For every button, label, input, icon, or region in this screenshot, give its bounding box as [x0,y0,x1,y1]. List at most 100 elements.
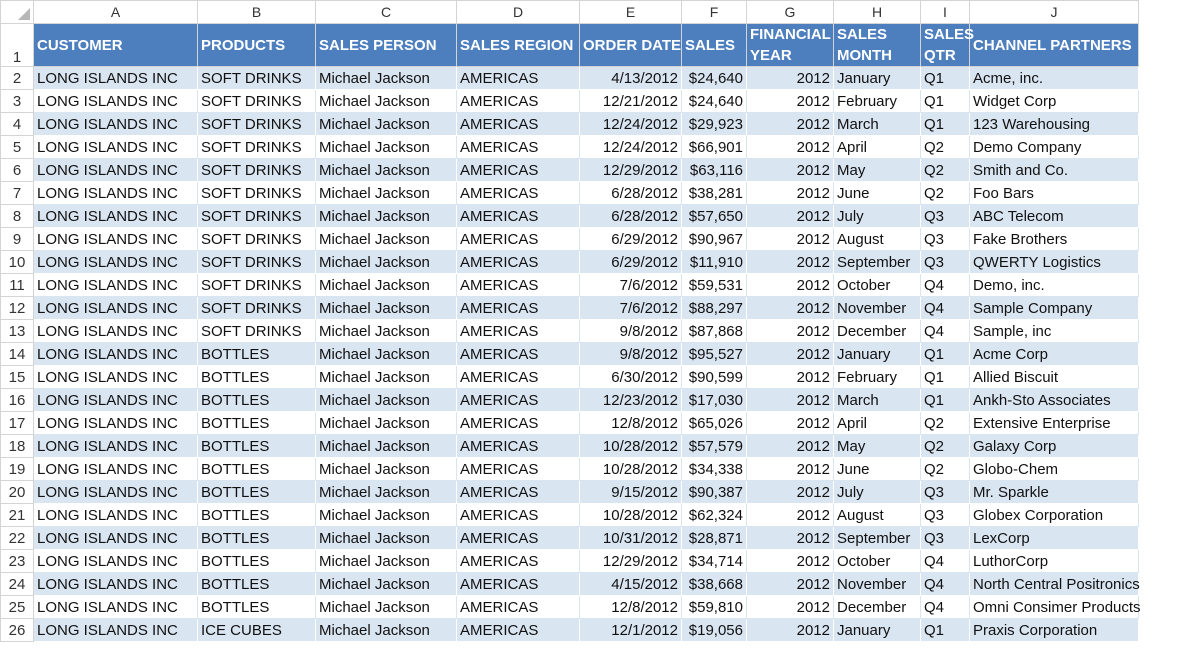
row-number[interactable]: 8 [0,204,34,228]
cell-sales[interactable]: $24,640 [681,89,747,113]
cell-order-date[interactable]: 12/29/2012 [579,158,682,182]
cell-financial-year[interactable]: 2012 [746,158,834,182]
cell-sales-month[interactable]: October [833,273,921,297]
cell-sales-region[interactable]: AMERICAS [456,135,580,159]
cell-sales[interactable]: $88,297 [681,296,747,320]
cell-customer[interactable]: LONG ISLANDS INC [33,204,198,228]
cell-sales[interactable]: $95,527 [681,342,747,366]
cell-channel-partner[interactable]: Widget Corp [969,89,1139,113]
cell-order-date[interactable]: 7/6/2012 [579,273,682,297]
row-number[interactable]: 13 [0,319,34,343]
row-number[interactable]: 22 [0,526,34,550]
cell-sales-qtr[interactable]: Q2 [920,135,970,159]
cell-sales-qtr[interactable]: Q4 [920,549,970,573]
cell-sales-qtr[interactable]: Q3 [920,503,970,527]
cell-sales-month[interactable]: December [833,319,921,343]
cell-order-date[interactable]: 12/23/2012 [579,388,682,412]
header-channel-partners[interactable]: CHANNEL PARTNERS [969,23,1139,67]
cell-sales[interactable]: $90,967 [681,227,747,251]
cell-channel-partner[interactable]: Smith and Co. [969,158,1139,182]
row-number[interactable]: 9 [0,227,34,251]
cell-sales-qtr[interactable]: Q3 [920,526,970,550]
cell-customer[interactable]: LONG ISLANDS INC [33,388,198,412]
cell-product[interactable]: BOTTLES [197,572,316,596]
cell-sales[interactable]: $11,910 [681,250,747,274]
cell-sales-person[interactable]: Michael Jackson [315,273,457,297]
cell-sales-qtr[interactable]: Q1 [920,618,970,642]
cell-sales-region[interactable]: AMERICAS [456,181,580,205]
cell-sales-month[interactable]: March [833,388,921,412]
cell-sales-qtr[interactable]: Q1 [920,66,970,90]
cell-customer[interactable]: LONG ISLANDS INC [33,434,198,458]
cell-sales[interactable]: $59,531 [681,273,747,297]
cell-sales-month[interactable]: July [833,204,921,228]
cell-sales-region[interactable]: AMERICAS [456,388,580,412]
cell-order-date[interactable]: 12/1/2012 [579,618,682,642]
cell-order-date[interactable]: 12/29/2012 [579,549,682,573]
cell-sales-month[interactable]: November [833,296,921,320]
cell-sales-month[interactable]: March [833,112,921,136]
cell-channel-partner[interactable]: Galaxy Corp [969,434,1139,458]
cell-sales-qtr[interactable]: Q4 [920,595,970,619]
cell-product[interactable]: SOFT DRINKS [197,250,316,274]
cell-product[interactable]: SOFT DRINKS [197,181,316,205]
cell-order-date[interactable]: 12/21/2012 [579,89,682,113]
row-number[interactable]: 25 [0,595,34,619]
cell-product[interactable]: SOFT DRINKS [197,135,316,159]
cell-customer[interactable]: LONG ISLANDS INC [33,319,198,343]
cell-sales-month[interactable]: January [833,66,921,90]
cell-sales-region[interactable]: AMERICAS [456,457,580,481]
cell-sales-month[interactable]: August [833,227,921,251]
cell-sales-month[interactable]: January [833,342,921,366]
cell-order-date[interactable]: 4/15/2012 [579,572,682,596]
cell-sales-month[interactable]: February [833,365,921,389]
cell-financial-year[interactable]: 2012 [746,181,834,205]
cell-sales-region[interactable]: AMERICAS [456,503,580,527]
cell-product[interactable]: ICE CUBES [197,618,316,642]
cell-sales-month[interactable]: April [833,411,921,435]
cell-customer[interactable]: LONG ISLANDS INC [33,365,198,389]
cell-customer[interactable]: LONG ISLANDS INC [33,595,198,619]
cell-channel-partner[interactable]: Foo Bars [969,181,1139,205]
cell-order-date[interactable]: 6/28/2012 [579,204,682,228]
cell-sales-person[interactable]: Michael Jackson [315,66,457,90]
row-number[interactable]: 24 [0,572,34,596]
cell-sales-qtr[interactable]: Q2 [920,457,970,481]
row-number[interactable]: 6 [0,158,34,182]
cell-financial-year[interactable]: 2012 [746,434,834,458]
cell-sales[interactable]: $90,599 [681,365,747,389]
cell-sales-region[interactable]: AMERICAS [456,411,580,435]
cell-customer[interactable]: LONG ISLANDS INC [33,572,198,596]
cell-channel-partner[interactable]: Omni Consimer Products [969,595,1141,619]
row-number[interactable]: 11 [0,273,34,297]
cell-sales-region[interactable]: AMERICAS [456,434,580,458]
cell-sales[interactable]: $87,868 [681,319,747,343]
cell-product[interactable]: SOFT DRINKS [197,112,316,136]
cell-customer[interactable]: LONG ISLANDS INC [33,526,198,550]
cell-order-date[interactable]: 12/24/2012 [579,112,682,136]
row-number[interactable]: 10 [0,250,34,274]
row-number[interactable]: 7 [0,181,34,205]
cell-sales-region[interactable]: AMERICAS [456,319,580,343]
cell-product[interactable]: SOFT DRINKS [197,89,316,113]
cell-sales-person[interactable]: Michael Jackson [315,434,457,458]
cell-sales-person[interactable]: Michael Jackson [315,89,457,113]
cell-financial-year[interactable]: 2012 [746,388,834,412]
cell-sales-month[interactable]: September [833,526,921,550]
cell-channel-partner[interactable]: 123 Warehousing [969,112,1139,136]
row-number[interactable]: 14 [0,342,34,366]
cell-financial-year[interactable]: 2012 [746,365,834,389]
cell-financial-year[interactable]: 2012 [746,342,834,366]
cell-sales-month[interactable]: February [833,89,921,113]
cell-sales[interactable]: $59,810 [681,595,747,619]
cell-sales-qtr[interactable]: Q1 [920,388,970,412]
cell-financial-year[interactable]: 2012 [746,457,834,481]
cell-financial-year[interactable]: 2012 [746,549,834,573]
header-financial-year[interactable]: FINANCIAL YEAR [746,23,834,67]
row-number[interactable]: 19 [0,457,34,481]
cell-financial-year[interactable]: 2012 [746,411,834,435]
cell-channel-partner[interactable]: Mr. Sparkle [969,480,1139,504]
cell-product[interactable]: SOFT DRINKS [197,158,316,182]
cell-financial-year[interactable]: 2012 [746,89,834,113]
cell-sales-region[interactable]: AMERICAS [456,250,580,274]
